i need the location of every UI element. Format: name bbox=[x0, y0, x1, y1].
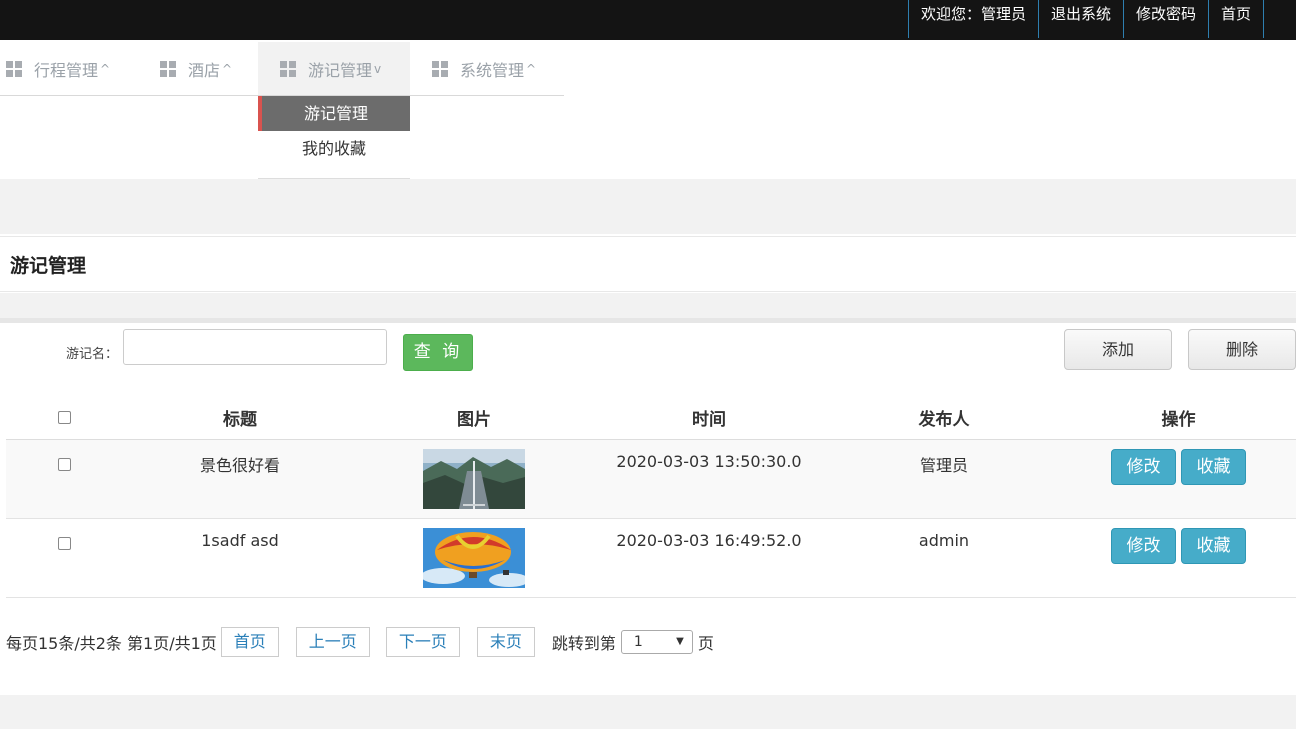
table-row: 景色很好看 2020-03-03 13:50:30.0 管理员 修改 收藏 bbox=[6, 439, 1296, 519]
column-header-time: 时间 bbox=[591, 397, 827, 440]
chevron-up-icon: ^ bbox=[526, 61, 537, 76]
row-author: admin bbox=[827, 518, 1061, 598]
row-time: 2020-03-03 13:50:30.0 bbox=[591, 439, 827, 519]
main-nav: 行程管理 ^ 酒店 ^ 游记管理 v 系统管理 ^ bbox=[0, 42, 564, 96]
row-time: 2020-03-03 16:49:52.0 bbox=[591, 518, 827, 598]
travelogue-dropdown: 游记管理 我的收藏 bbox=[258, 96, 410, 179]
favorite-button[interactable]: 收藏 bbox=[1181, 448, 1247, 485]
nav-item-label: 游记管理 bbox=[308, 60, 373, 80]
query-button[interactable]: 查 询 bbox=[403, 334, 473, 371]
column-header-author: 发布人 bbox=[827, 397, 1061, 440]
nav-item-system[interactable]: 系统管理 ^ bbox=[410, 42, 564, 95]
add-button[interactable]: 添加 bbox=[1064, 329, 1172, 370]
table-header-row: 标题 图片 时间 发布人 操作 bbox=[6, 397, 1296, 440]
spacer-band bbox=[0, 293, 1296, 323]
delete-button[interactable]: 删除 bbox=[1188, 329, 1296, 370]
search-input[interactable] bbox=[123, 329, 387, 365]
column-header-title: 标题 bbox=[123, 397, 357, 440]
change-password-link[interactable]: 修改密码 bbox=[1122, 0, 1208, 38]
pagination-summary: 每页15条/共2条 第1页/共1页 bbox=[6, 634, 217, 653]
row-title: 1sadf asd bbox=[123, 518, 357, 598]
row-checkbox[interactable] bbox=[58, 536, 71, 550]
grid-icon bbox=[160, 60, 176, 77]
edit-button[interactable]: 修改 bbox=[1110, 527, 1176, 564]
nav-item-label: 系统管理 bbox=[460, 60, 525, 80]
dropdown-item-my-favorites[interactable]: 我的收藏 bbox=[258, 131, 410, 166]
page-select-value: 1 bbox=[633, 634, 643, 650]
page-select[interactable]: 1 ▼ bbox=[620, 630, 693, 654]
chevron-up-icon: ^ bbox=[100, 61, 111, 76]
hot-air-balloon-thumbnail[interactable] bbox=[423, 527, 525, 588]
spacer-band bbox=[0, 179, 1296, 234]
search-label: 游记名： bbox=[66, 347, 119, 362]
edit-button[interactable]: 修改 bbox=[1110, 448, 1176, 485]
top-links: 欢迎您：管理员 退出系统 修改密码 首页 bbox=[907, 0, 1264, 38]
footer-band bbox=[0, 695, 1296, 729]
nav-item-travelogue[interactable]: 游记管理 v bbox=[258, 42, 410, 95]
column-header-actions: 操作 bbox=[1061, 397, 1296, 440]
pagination: 每页15条/共2条 第1页/共1页 首页 上一页 下一页 末页 跳转到第 1 ▼… bbox=[6, 627, 714, 657]
last-page-button[interactable]: 末页 bbox=[476, 627, 535, 657]
column-header-image: 图片 bbox=[357, 397, 591, 440]
favorite-button[interactable]: 收藏 bbox=[1181, 527, 1247, 564]
grid-icon bbox=[6, 60, 22, 77]
grid-icon bbox=[280, 60, 296, 77]
row-title: 景色很好看 bbox=[123, 439, 357, 519]
title-bar: 游记管理 bbox=[0, 236, 1296, 292]
travelogue-table: 标题 图片 时间 发布人 操作 景色很好看 2020-03-03 13:50:3… bbox=[6, 397, 1296, 598]
chevron-up-icon: ^ bbox=[222, 61, 233, 76]
prev-page-button[interactable]: 上一页 bbox=[295, 627, 370, 657]
caret-down-icon: ▼ bbox=[676, 636, 684, 647]
page-suffix: 页 bbox=[697, 634, 714, 653]
table-row: 1sadf asd 2020-03-03 16:49:52.0 admin 修改 bbox=[6, 518, 1296, 598]
logout-link[interactable]: 退出系统 bbox=[1037, 0, 1123, 38]
page-title: 游记管理 bbox=[10, 255, 87, 277]
dropdown-item-travelogue-manage[interactable]: 游记管理 bbox=[258, 96, 410, 131]
welcome-text: 欢迎您：管理员 bbox=[907, 0, 1038, 38]
row-checkbox[interactable] bbox=[58, 457, 71, 471]
select-all-checkbox[interactable] bbox=[58, 410, 71, 424]
top-bar: 欢迎您：管理员 退出系统 修改密码 首页 bbox=[0, 0, 1296, 40]
mountain-bridge-thumbnail[interactable] bbox=[423, 448, 525, 509]
nav-item-hotel[interactable]: 酒店 ^ bbox=[154, 42, 258, 95]
nav-item-itinerary[interactable]: 行程管理 ^ bbox=[0, 42, 154, 95]
row-author: 管理员 bbox=[827, 439, 1061, 519]
next-page-button[interactable]: 下一页 bbox=[385, 627, 460, 657]
chevron-down-icon: v bbox=[374, 61, 382, 76]
jump-label: 跳转到第 bbox=[551, 634, 616, 653]
home-link[interactable]: 首页 bbox=[1207, 0, 1264, 38]
nav-item-label: 酒店 bbox=[188, 60, 221, 80]
grid-icon bbox=[432, 60, 448, 77]
nav-item-label: 行程管理 bbox=[34, 60, 99, 80]
first-page-button[interactable]: 首页 bbox=[220, 627, 279, 657]
